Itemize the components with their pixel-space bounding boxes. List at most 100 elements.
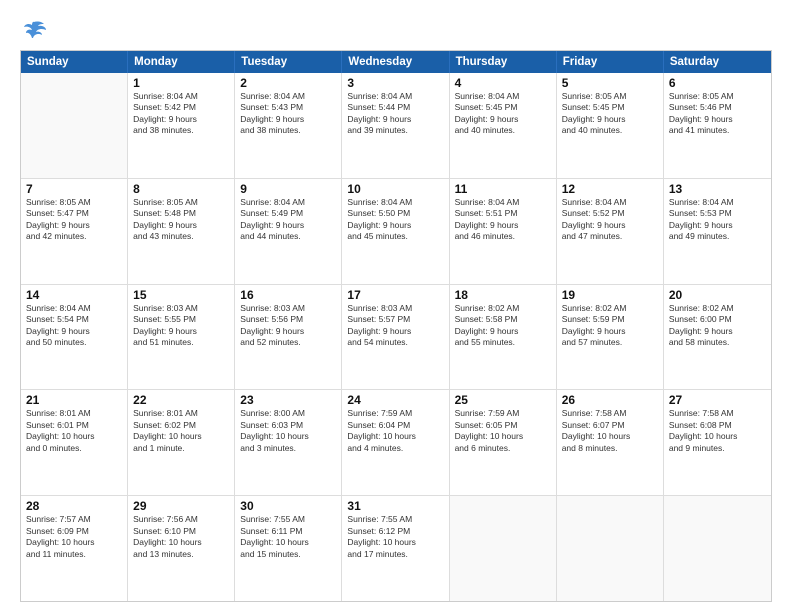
calendar-day-cell: 16Sunrise: 8:03 AM Sunset: 5:56 PM Dayli… [235,285,342,390]
logo [20,16,52,44]
day-number: 14 [26,288,122,302]
calendar-day-cell: 8Sunrise: 8:05 AM Sunset: 5:48 PM Daylig… [128,179,235,284]
day-number: 10 [347,182,443,196]
day-info: Sunrise: 7:57 AM Sunset: 6:09 PM Dayligh… [26,514,122,560]
day-info: Sunrise: 8:01 AM Sunset: 6:01 PM Dayligh… [26,408,122,454]
day-number: 17 [347,288,443,302]
header [20,16,772,44]
day-number: 27 [669,393,766,407]
weekday-header: Sunday [21,51,128,73]
calendar-day-cell: 7Sunrise: 8:05 AM Sunset: 5:47 PM Daylig… [21,179,128,284]
day-info: Sunrise: 7:59 AM Sunset: 6:04 PM Dayligh… [347,408,443,454]
calendar-week: 1Sunrise: 8:04 AM Sunset: 5:42 PM Daylig… [21,73,771,179]
calendar-day-cell: 21Sunrise: 8:01 AM Sunset: 6:01 PM Dayli… [21,390,128,495]
day-info: Sunrise: 8:05 AM Sunset: 5:47 PM Dayligh… [26,197,122,243]
day-info: Sunrise: 8:01 AM Sunset: 6:02 PM Dayligh… [133,408,229,454]
calendar-week: 7Sunrise: 8:05 AM Sunset: 5:47 PM Daylig… [21,179,771,285]
logo-icon [20,16,48,44]
calendar-day-cell: 19Sunrise: 8:02 AM Sunset: 5:59 PM Dayli… [557,285,664,390]
weekday-header: Friday [557,51,664,73]
calendar-day-cell [557,496,664,601]
day-info: Sunrise: 8:04 AM Sunset: 5:52 PM Dayligh… [562,197,658,243]
day-number: 15 [133,288,229,302]
calendar-day-cell: 6Sunrise: 8:05 AM Sunset: 5:46 PM Daylig… [664,73,771,178]
calendar-day-cell: 12Sunrise: 8:04 AM Sunset: 5:52 PM Dayli… [557,179,664,284]
calendar-day-cell: 22Sunrise: 8:01 AM Sunset: 6:02 PM Dayli… [128,390,235,495]
day-number: 2 [240,76,336,90]
day-info: Sunrise: 8:03 AM Sunset: 5:55 PM Dayligh… [133,303,229,349]
day-info: Sunrise: 8:04 AM Sunset: 5:50 PM Dayligh… [347,197,443,243]
weekday-header: Monday [128,51,235,73]
calendar-day-cell: 17Sunrise: 8:03 AM Sunset: 5:57 PM Dayli… [342,285,449,390]
weekday-header: Wednesday [342,51,449,73]
day-number: 16 [240,288,336,302]
day-info: Sunrise: 8:02 AM Sunset: 6:00 PM Dayligh… [669,303,766,349]
day-info: Sunrise: 7:58 AM Sunset: 6:08 PM Dayligh… [669,408,766,454]
day-info: Sunrise: 8:04 AM Sunset: 5:45 PM Dayligh… [455,91,551,137]
day-info: Sunrise: 8:04 AM Sunset: 5:54 PM Dayligh… [26,303,122,349]
day-number: 7 [26,182,122,196]
weekday-header: Tuesday [235,51,342,73]
calendar-day-cell: 13Sunrise: 8:04 AM Sunset: 5:53 PM Dayli… [664,179,771,284]
day-info: Sunrise: 8:03 AM Sunset: 5:57 PM Dayligh… [347,303,443,349]
day-number: 12 [562,182,658,196]
day-info: Sunrise: 7:56 AM Sunset: 6:10 PM Dayligh… [133,514,229,560]
calendar-day-cell: 25Sunrise: 7:59 AM Sunset: 6:05 PM Dayli… [450,390,557,495]
calendar-week: 21Sunrise: 8:01 AM Sunset: 6:01 PM Dayli… [21,390,771,496]
day-info: Sunrise: 8:05 AM Sunset: 5:48 PM Dayligh… [133,197,229,243]
day-info: Sunrise: 8:04 AM Sunset: 5:51 PM Dayligh… [455,197,551,243]
day-info: Sunrise: 8:02 AM Sunset: 5:59 PM Dayligh… [562,303,658,349]
calendar-day-cell: 20Sunrise: 8:02 AM Sunset: 6:00 PM Dayli… [664,285,771,390]
day-number: 25 [455,393,551,407]
day-info: Sunrise: 8:05 AM Sunset: 5:45 PM Dayligh… [562,91,658,137]
calendar-day-cell [450,496,557,601]
day-number: 31 [347,499,443,513]
calendar-day-cell: 18Sunrise: 8:02 AM Sunset: 5:58 PM Dayli… [450,285,557,390]
day-info: Sunrise: 8:00 AM Sunset: 6:03 PM Dayligh… [240,408,336,454]
day-number: 6 [669,76,766,90]
calendar-day-cell: 11Sunrise: 8:04 AM Sunset: 5:51 PM Dayli… [450,179,557,284]
weekday-header: Saturday [664,51,771,73]
day-number: 9 [240,182,336,196]
calendar-day-cell: 31Sunrise: 7:55 AM Sunset: 6:12 PM Dayli… [342,496,449,601]
day-number: 1 [133,76,229,90]
calendar-day-cell: 9Sunrise: 8:04 AM Sunset: 5:49 PM Daylig… [235,179,342,284]
calendar: SundayMondayTuesdayWednesdayThursdayFrid… [20,50,772,602]
calendar-day-cell: 28Sunrise: 7:57 AM Sunset: 6:09 PM Dayli… [21,496,128,601]
calendar-day-cell: 23Sunrise: 8:00 AM Sunset: 6:03 PM Dayli… [235,390,342,495]
day-info: Sunrise: 7:55 AM Sunset: 6:11 PM Dayligh… [240,514,336,560]
day-number: 4 [455,76,551,90]
day-number: 18 [455,288,551,302]
day-number: 19 [562,288,658,302]
day-number: 23 [240,393,336,407]
day-info: Sunrise: 8:04 AM Sunset: 5:49 PM Dayligh… [240,197,336,243]
day-number: 22 [133,393,229,407]
day-info: Sunrise: 8:04 AM Sunset: 5:43 PM Dayligh… [240,91,336,137]
day-info: Sunrise: 7:58 AM Sunset: 6:07 PM Dayligh… [562,408,658,454]
calendar-day-cell: 3Sunrise: 8:04 AM Sunset: 5:44 PM Daylig… [342,73,449,178]
day-number: 20 [669,288,766,302]
day-number: 13 [669,182,766,196]
day-info: Sunrise: 7:59 AM Sunset: 6:05 PM Dayligh… [455,408,551,454]
day-info: Sunrise: 8:03 AM Sunset: 5:56 PM Dayligh… [240,303,336,349]
calendar-day-cell: 1Sunrise: 8:04 AM Sunset: 5:42 PM Daylig… [128,73,235,178]
day-number: 21 [26,393,122,407]
day-number: 29 [133,499,229,513]
calendar-header: SundayMondayTuesdayWednesdayThursdayFrid… [21,51,771,73]
day-number: 3 [347,76,443,90]
calendar-day-cell: 4Sunrise: 8:04 AM Sunset: 5:45 PM Daylig… [450,73,557,178]
calendar-day-cell: 27Sunrise: 7:58 AM Sunset: 6:08 PM Dayli… [664,390,771,495]
calendar-day-cell: 2Sunrise: 8:04 AM Sunset: 5:43 PM Daylig… [235,73,342,178]
weekday-header: Thursday [450,51,557,73]
calendar-day-cell: 10Sunrise: 8:04 AM Sunset: 5:50 PM Dayli… [342,179,449,284]
day-number: 26 [562,393,658,407]
calendar-day-cell: 15Sunrise: 8:03 AM Sunset: 5:55 PM Dayli… [128,285,235,390]
calendar-day-cell: 24Sunrise: 7:59 AM Sunset: 6:04 PM Dayli… [342,390,449,495]
calendar-day-cell: 14Sunrise: 8:04 AM Sunset: 5:54 PM Dayli… [21,285,128,390]
calendar-day-cell [664,496,771,601]
page: SundayMondayTuesdayWednesdayThursdayFrid… [0,0,792,612]
day-info: Sunrise: 8:04 AM Sunset: 5:42 PM Dayligh… [133,91,229,137]
day-number: 24 [347,393,443,407]
day-info: Sunrise: 7:55 AM Sunset: 6:12 PM Dayligh… [347,514,443,560]
day-number: 28 [26,499,122,513]
